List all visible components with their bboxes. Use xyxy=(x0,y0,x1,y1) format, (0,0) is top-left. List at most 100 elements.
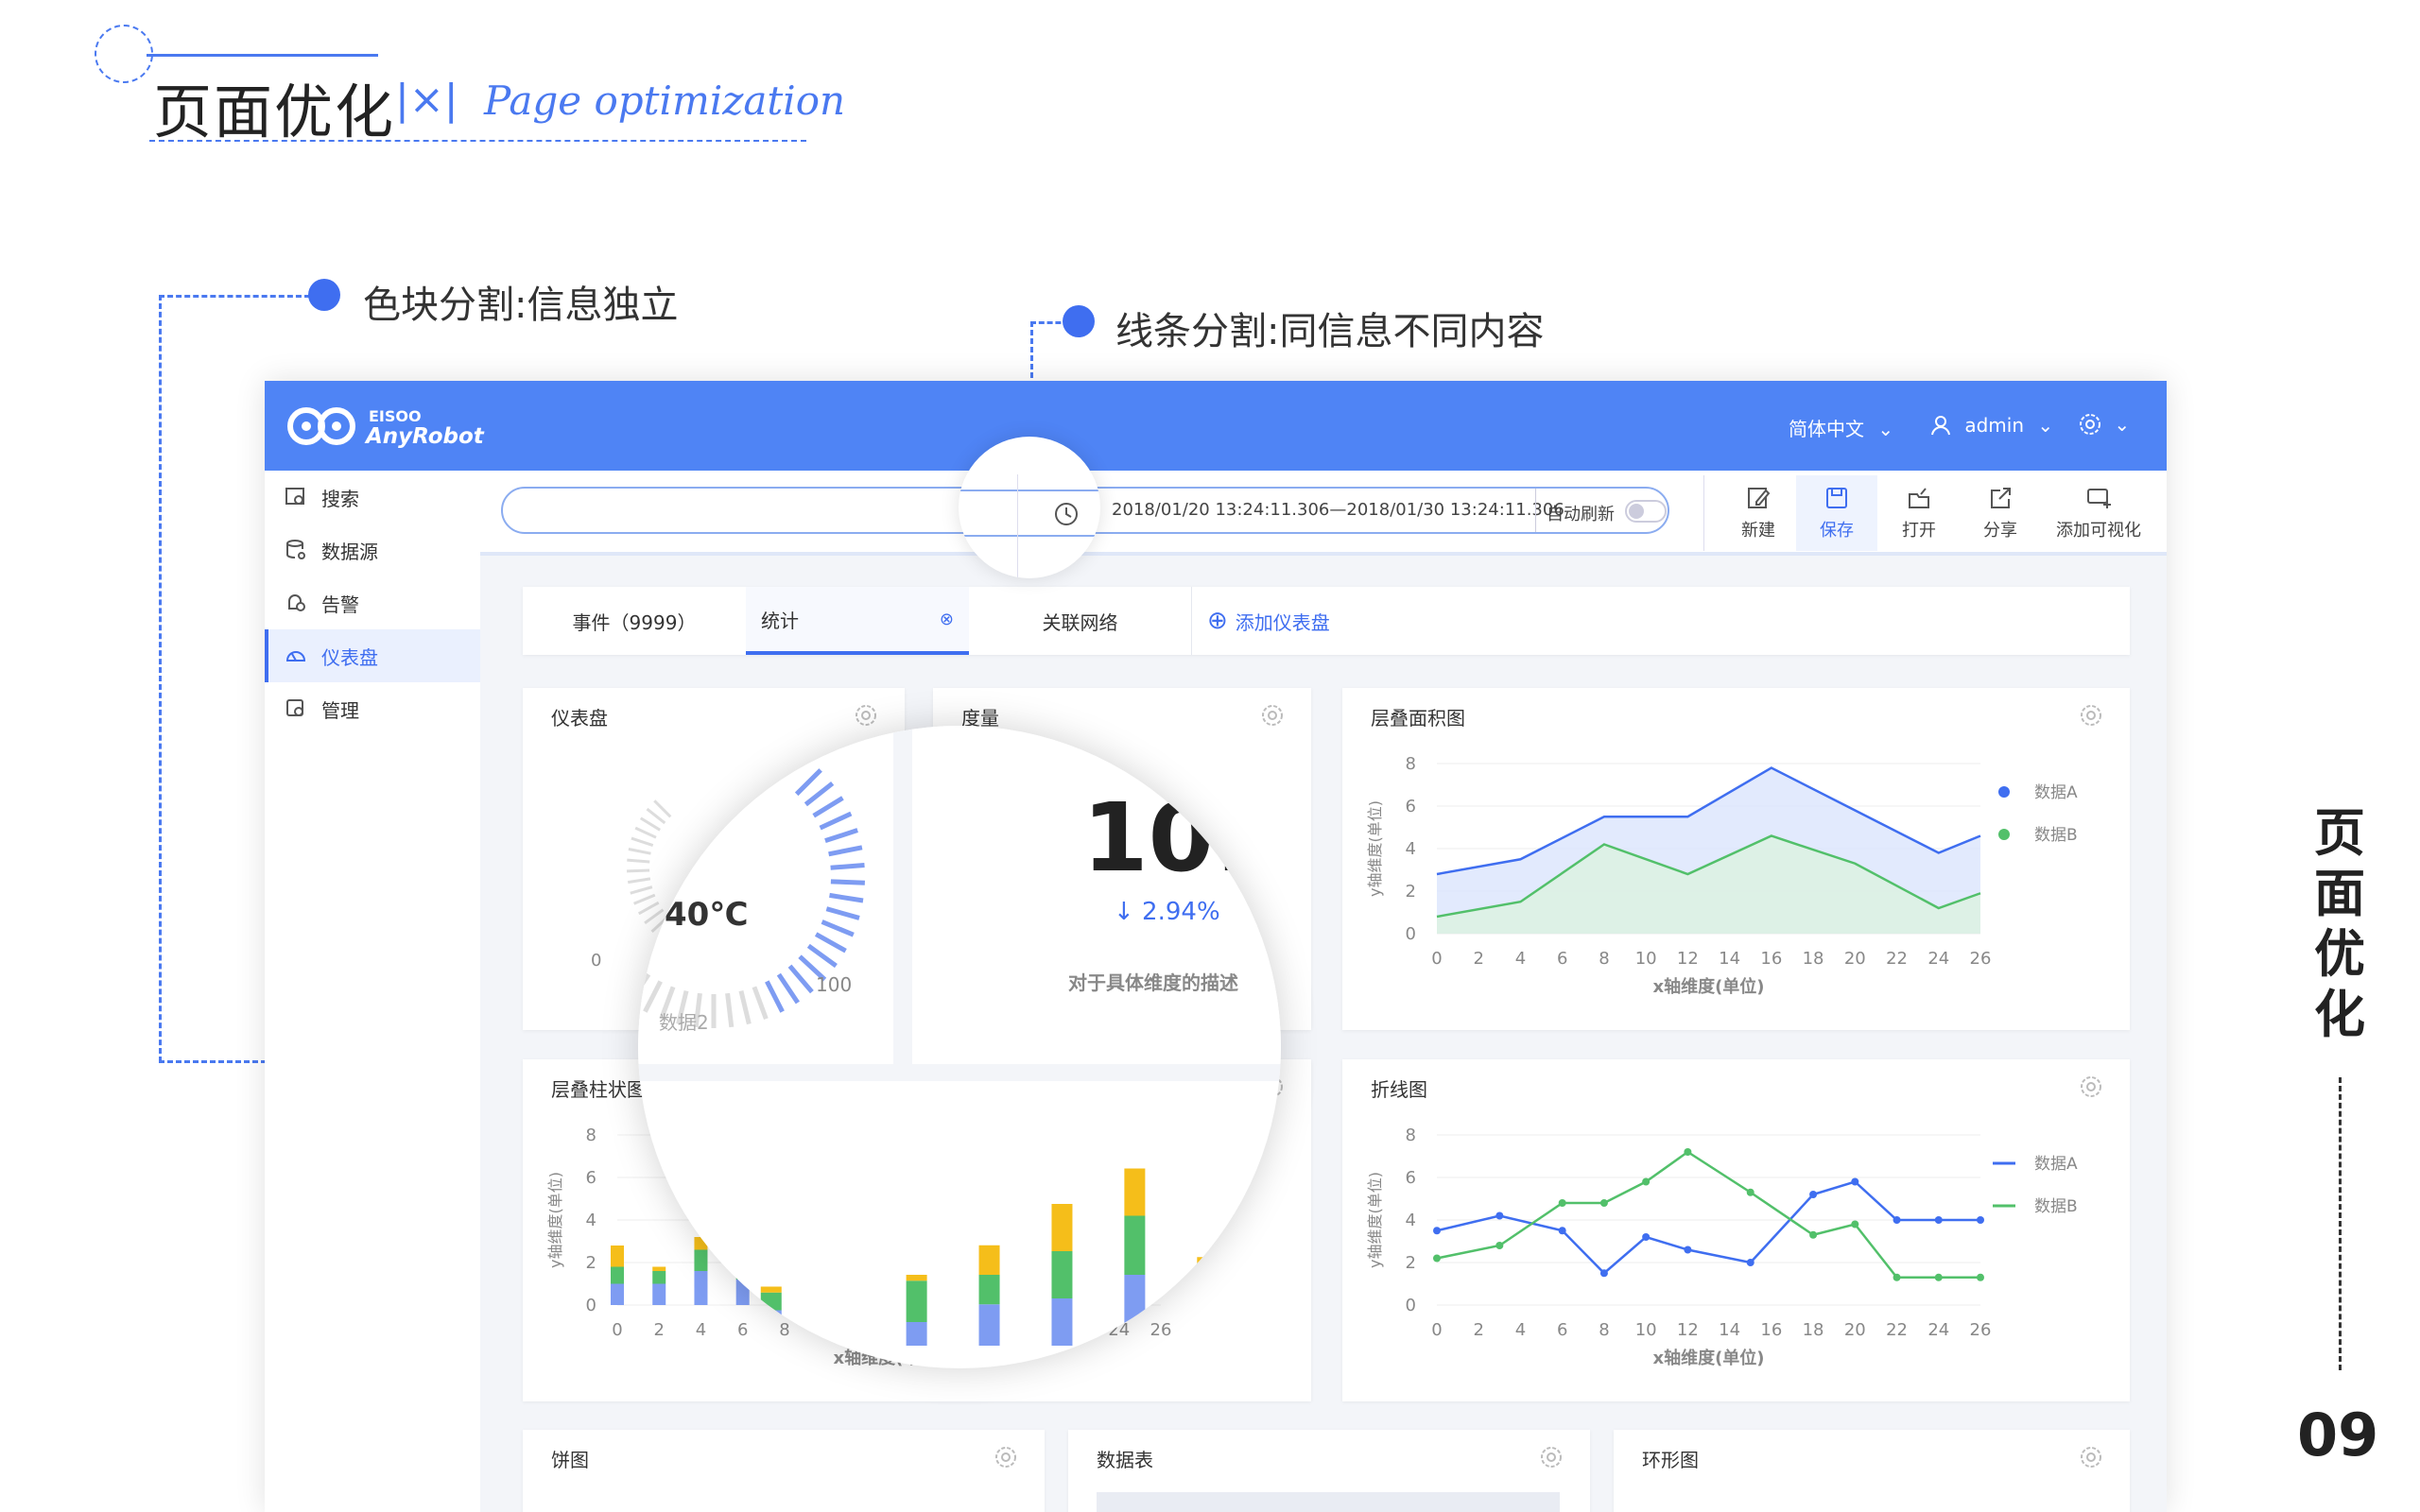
dashboard-icon xyxy=(284,644,308,668)
sidebar-item-dashboard[interactable]: 仪表盘 xyxy=(265,629,480,682)
sidebar: 搜索 数据源 告警 仪表盘 管理 xyxy=(265,471,480,1512)
panel-title: 层叠面积图 xyxy=(1371,707,1465,730)
header-underline xyxy=(149,140,806,142)
gear-icon[interactable] xyxy=(2079,703,2103,728)
callout-2-dot xyxy=(1063,305,1095,337)
data-point xyxy=(1851,1220,1859,1228)
data-point xyxy=(1893,1273,1901,1281)
legend-label: 数据B xyxy=(2034,1197,2078,1216)
tab-network[interactable]: 关联网络 xyxy=(969,587,1192,655)
legend-dot xyxy=(1998,829,2010,840)
open-icon xyxy=(1909,488,1929,508)
gauge-tick xyxy=(821,919,855,937)
gauge-tick xyxy=(776,972,800,1005)
bar-segment xyxy=(978,1245,1000,1275)
auto-refresh-toggle[interactable] xyxy=(1625,500,1667,523)
y-tick-label: 0 xyxy=(1406,1296,1416,1315)
y-tick-label: 6 xyxy=(1406,1168,1416,1188)
sidebar-item-search[interactable]: 搜索 xyxy=(265,471,480,524)
panel-ring: 环形图 xyxy=(1614,1430,2130,1512)
add-visualization-button[interactable]: 添加可视化 xyxy=(2042,475,2155,551)
gauge-tick xyxy=(765,980,785,1013)
bar-segment xyxy=(1197,1257,1219,1263)
y-tick-label: 4 xyxy=(586,1211,596,1230)
title-separator: |×| xyxy=(395,76,458,124)
sidebar-item-alarm[interactable]: 告警 xyxy=(265,576,480,629)
user-menu[interactable]: admin ⌄ xyxy=(1930,414,2053,437)
add-dashboard-button[interactable]: ⊕ 添加仪表盘 xyxy=(1207,587,1396,655)
bar-segment xyxy=(1051,1298,1073,1346)
data-point xyxy=(1977,1273,1984,1281)
sidebar-item-datasource[interactable]: 数据源 xyxy=(265,524,480,576)
x-tick-label: 18 xyxy=(1803,949,1824,969)
gauge-tick xyxy=(806,943,838,969)
side-dashed-line xyxy=(2339,1077,2342,1370)
search-input[interactable] xyxy=(501,487,1002,534)
gear-icon[interactable] xyxy=(1539,1445,1564,1469)
bar-segment xyxy=(978,1275,1000,1305)
data-point xyxy=(1433,1254,1441,1263)
close-icon[interactable]: ⊗ xyxy=(940,610,954,629)
area-chart: 024680 2 4 6 8 10 12 14 16 18 20 22 24 26x轴维度(单位)y轴维度… xyxy=(1366,754,2078,997)
y-tick-label: 6 xyxy=(1406,797,1416,816)
panel-pie: 饼图 xyxy=(523,1430,1045,1512)
x-tick-label: 18 xyxy=(1803,1320,1824,1340)
bar-segment xyxy=(611,1266,624,1284)
x-tick-label: 12 xyxy=(1677,1320,1699,1340)
gauge-tick xyxy=(814,932,847,954)
open-button[interactable]: 打开 xyxy=(1881,475,1957,551)
time-range-text: 2018/01/20 13:24:11.306—2018/01/30 13:24… xyxy=(1112,500,1564,520)
bar-segment xyxy=(760,1286,782,1293)
page-subtitle-en: Page optimization xyxy=(484,77,846,124)
callout-1-connector-top xyxy=(159,295,310,298)
gear-icon[interactable] xyxy=(1260,703,1285,728)
data-point xyxy=(1809,1230,1818,1239)
gear-icon[interactable] xyxy=(854,703,878,728)
save-button[interactable]: 保存 xyxy=(1796,475,1877,551)
x-tick-label: 24 xyxy=(1927,1320,1949,1340)
x-tick-label: 24 xyxy=(1927,949,1949,969)
x-tick-label: 2 xyxy=(1474,949,1484,969)
panel-area-chart: 层叠面积图 0 2 4 6 8 0 2 4 6 8 10 12 14 16 18 20 22 24 26 x轴维度(单… xyxy=(1342,688,2130,1030)
share-button[interactable]: 分享 xyxy=(1962,475,2038,551)
x-tick-label: 8 xyxy=(1599,1320,1609,1340)
bar-segment xyxy=(978,1304,1000,1346)
bar-segment xyxy=(1270,1239,1281,1287)
magnified-stacked-bar xyxy=(687,1168,1281,1346)
metric-desc: 对于具体维度的描述 xyxy=(1068,971,1238,994)
clock-icon xyxy=(1055,503,1078,525)
open-label: 打开 xyxy=(1902,521,1936,541)
tab-label: 事件（9999） xyxy=(572,610,697,634)
table-header-row xyxy=(1097,1492,1560,1512)
page-title: 页面优化 xyxy=(153,77,396,146)
bar-segment xyxy=(611,1246,624,1267)
sidebar-item-label: 仪表盘 xyxy=(321,645,378,669)
series-line-1 xyxy=(1436,1150,1980,1279)
language-select[interactable]: 简体中文 ⌄ xyxy=(1789,414,1893,441)
header-accent-line xyxy=(147,54,378,57)
sidebar-item-label: 告警 xyxy=(321,593,359,616)
sidebar-item-manage[interactable]: 管理 xyxy=(265,682,480,735)
save-label: 保存 xyxy=(1820,521,1854,541)
settings-menu[interactable]: ⌄ xyxy=(2078,412,2130,437)
tab-events[interactable]: 事件（9999） xyxy=(523,587,746,655)
gear-icon[interactable] xyxy=(2079,1074,2103,1099)
alarm-icon xyxy=(284,591,308,615)
gear-icon[interactable] xyxy=(994,1445,1018,1469)
x-tick-label: 16 xyxy=(1760,1320,1782,1340)
gear-icon[interactable] xyxy=(2079,1445,2103,1469)
callout-1-dot xyxy=(308,279,340,311)
tab-statistics[interactable]: 统计 ⊗ xyxy=(746,587,969,655)
data-point xyxy=(1558,1199,1566,1207)
y-tick-label: 2 xyxy=(586,1253,596,1273)
legend-label: 数据A xyxy=(2034,783,2078,802)
x-tick-label: 6 xyxy=(1557,949,1567,969)
gauge-tick xyxy=(804,781,835,807)
logo-name: AnyRobot xyxy=(366,424,484,449)
bar-segment xyxy=(687,1268,709,1298)
new-button[interactable]: 新建 xyxy=(1722,475,1794,551)
divider xyxy=(1535,489,1536,532)
x-tick-label: 4 xyxy=(1515,1320,1526,1340)
panel-table: 数据表 xyxy=(1068,1430,1590,1512)
time-range-picker[interactable]: 2018/01/20 13:24:11.306—2018/01/30 13:24… xyxy=(1042,487,1669,534)
